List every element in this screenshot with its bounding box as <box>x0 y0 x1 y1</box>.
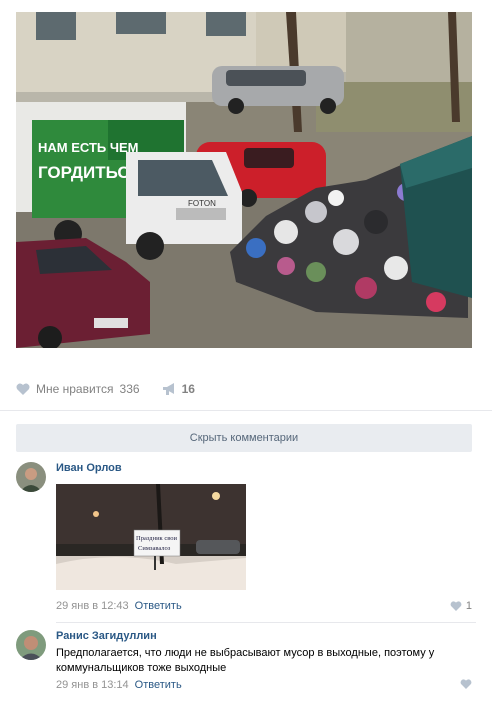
divider <box>0 410 492 411</box>
comment-like-count: 1 <box>465 600 472 612</box>
megaphone-icon <box>162 383 174 395</box>
street-scene-image: НАМ ЕСТЬ ЧЕМ ГОРДИТЬСЯ! FOTON <box>16 12 472 348</box>
like-count: 336 <box>119 382 140 396</box>
comment: Иван Орлов Праздник свои Cимзавалоз 29 я… <box>16 462 472 618</box>
heart-icon <box>460 679 472 689</box>
share-count: 16 <box>181 382 195 396</box>
heart-icon <box>16 383 30 395</box>
heart-icon <box>450 601 462 611</box>
sign-text-line2: Cимзавалоз <box>138 545 171 552</box>
avatar[interactable] <box>16 630 46 660</box>
divider <box>56 622 476 623</box>
comment-author[interactable]: Ранис Загидуллин <box>56 630 157 642</box>
night-snow-image: Праздник свои Cимзавалоз <box>56 484 246 590</box>
truck-slogan-line1: НАМ ЕСТЬ ЧЕМ <box>38 140 138 155</box>
reply-button[interactable]: Ответить <box>135 600 182 612</box>
comment-date[interactable]: 29 янв в 13:14 <box>56 679 129 691</box>
comment-meta: 29 янв в 12:43 Ответить <box>56 600 182 612</box>
comment-text: Предполагается, что люди не выбрасывают … <box>56 647 435 674</box>
avatar[interactable] <box>16 462 46 492</box>
user-avatar-icon <box>16 462 46 492</box>
user-avatar-icon <box>16 630 46 660</box>
comment-like-button[interactable]: 1 <box>450 600 472 612</box>
comment-photo[interactable]: Праздник свои Cимзавалоз <box>56 484 246 590</box>
like-button[interactable]: Мне нравится 336 <box>16 382 140 396</box>
like-label: Мне нравится <box>36 382 114 396</box>
post-photo[interactable]: НАМ ЕСТЬ ЧЕМ ГОРДИТЬСЯ! FOTON <box>16 12 472 348</box>
comment-author[interactable]: Иван Орлов <box>56 462 122 474</box>
comment: Ранис Загидуллин Предполагается, что люд… <box>16 630 472 696</box>
svg-text:FOTON: FOTON <box>188 199 216 208</box>
sign-text-line1: Праздник свои <box>136 535 177 542</box>
hide-comments-button[interactable]: Скрыть комментарии <box>16 424 472 452</box>
comment-like-button[interactable] <box>460 679 472 689</box>
reply-button[interactable]: Ответить <box>135 679 182 691</box>
comment-meta: 29 янв в 13:14 Ответить <box>56 679 182 691</box>
share-button[interactable]: 16 <box>162 382 195 396</box>
comment-date[interactable]: 29 янв в 12:43 <box>56 600 129 612</box>
post-actions: Мне нравится 336 16 <box>16 378 472 400</box>
